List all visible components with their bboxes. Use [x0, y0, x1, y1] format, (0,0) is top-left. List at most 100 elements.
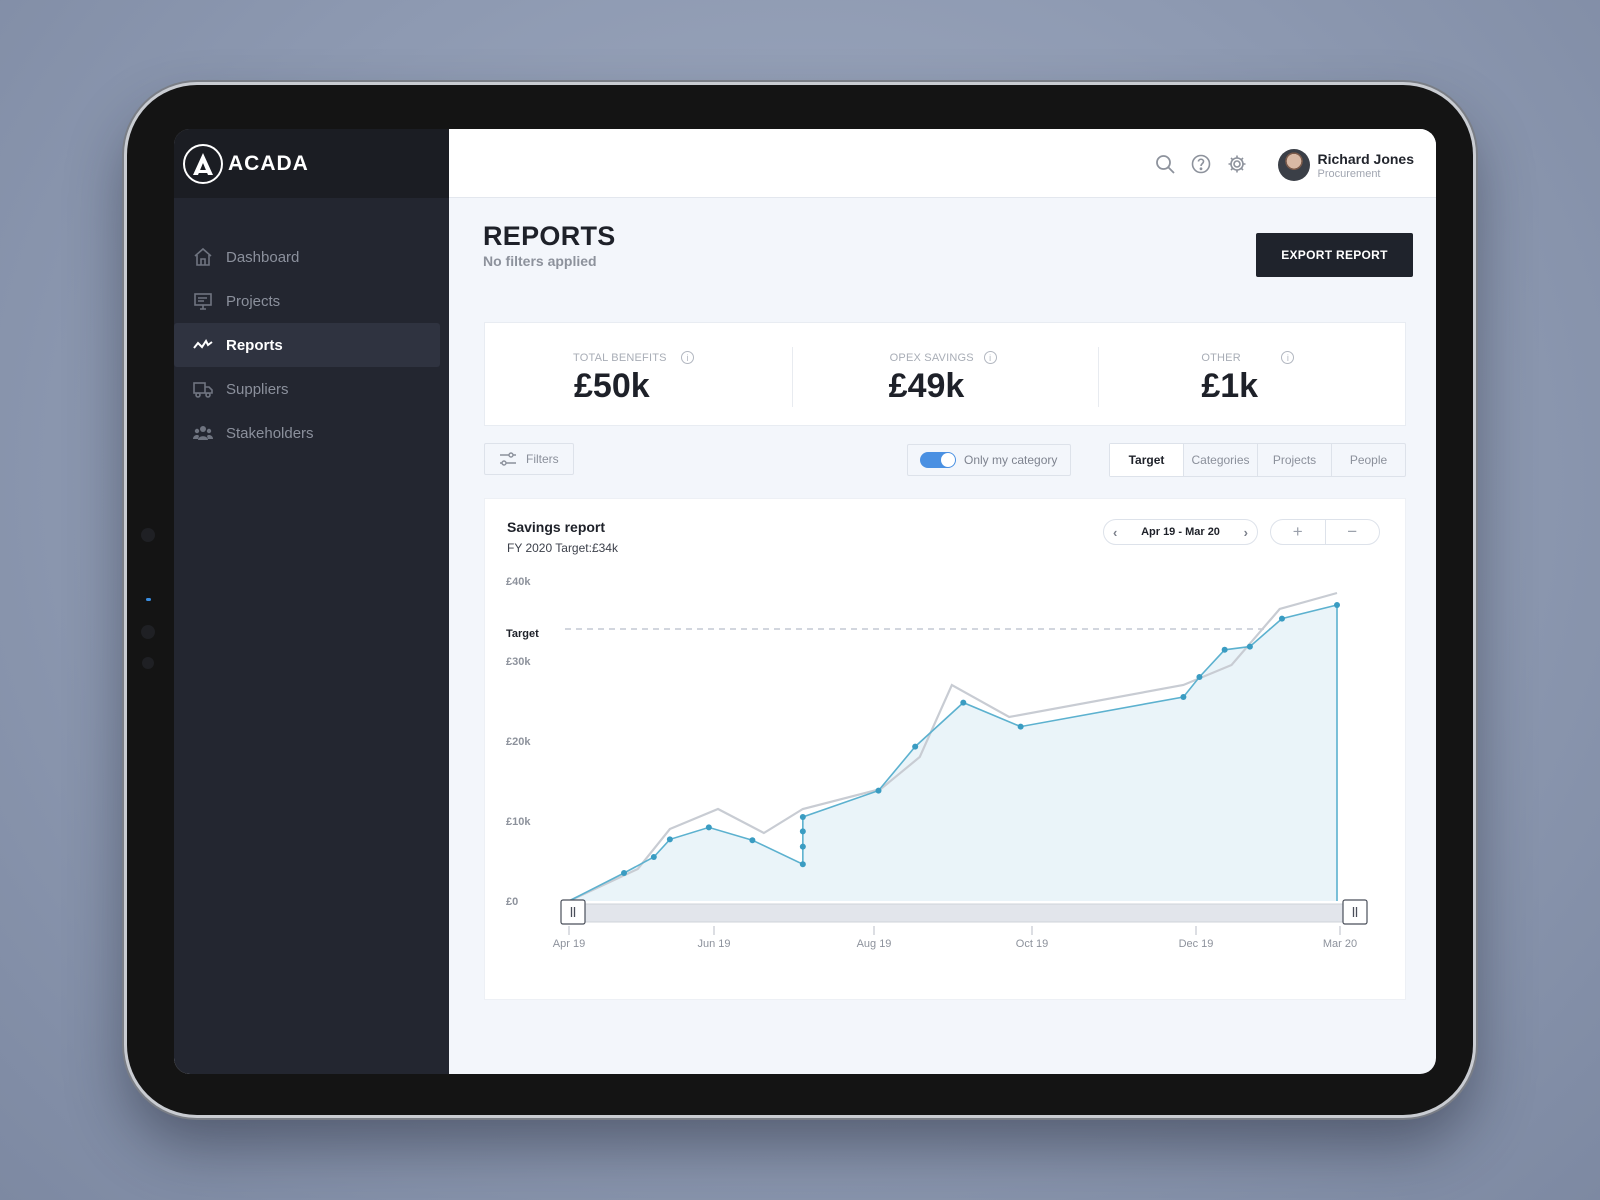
- sidebar-item-dashboard[interactable]: Dashboard: [174, 235, 440, 279]
- data-point: [1221, 646, 1228, 653]
- view-tabs: Target Categories Projects People: [1109, 443, 1406, 477]
- user-role: Procurement: [1317, 167, 1381, 180]
- y-tick-label: £30k: [506, 656, 531, 668]
- kpi-other: OTHER i £1k: [1098, 323, 1405, 425]
- data-point: [666, 836, 673, 843]
- x-tick-label: Aug 19: [857, 938, 892, 950]
- kpi-value: £1k: [1201, 367, 1259, 405]
- power-button: [278, 80, 322, 84]
- sidebar-nav: Dashboard Projects Reports Suppliers Sta…: [174, 235, 449, 455]
- data-point: [705, 824, 712, 831]
- target-label: Target: [506, 628, 539, 640]
- data-point: [799, 843, 806, 850]
- x-tick-label: Jun 19: [697, 938, 730, 950]
- savings-chart: £0 £10k £20k £30k £40k Target Apr 19 Jun 19 Aug …: [506, 576, 1368, 950]
- data-point: [799, 861, 806, 868]
- sidebar-item-label: Projects: [226, 292, 281, 310]
- info-icon[interactable]: i: [983, 351, 997, 364]
- kpi-total-benefits: TOTAL BENEFITS i £50k: [485, 323, 792, 425]
- brand-name: ACADA: [228, 151, 309, 175]
- sidebar-item-label: Stakeholders: [226, 424, 314, 442]
- tab-categories[interactable]: Categories: [1184, 444, 1258, 476]
- data-point: [1246, 643, 1253, 650]
- kpi-panel: TOTAL BENEFITS i £50k OPEX SAVINGS i £49…: [484, 322, 1406, 426]
- data-point: [749, 837, 756, 844]
- only-my-category-toggle[interactable]: [920, 452, 956, 468]
- data-point: [1334, 602, 1340, 608]
- page-subtitle: No filters applied: [483, 253, 597, 269]
- kpi-value: £50k: [574, 367, 650, 405]
- range-handle-right: [1342, 899, 1368, 925]
- sidebar-item-stakeholders[interactable]: Stakeholders: [174, 411, 440, 455]
- category-toggle-group: Only my category: [907, 444, 1071, 476]
- user-name: Richard Jones: [1317, 150, 1414, 167]
- y-tick-label: £40k: [506, 576, 531, 588]
- reports-icon: [192, 334, 214, 356]
- avatar: [1277, 149, 1310, 181]
- tab-projects[interactable]: Projects: [1258, 444, 1332, 476]
- brand-logo-icon: [183, 143, 223, 184]
- camera-sensor: [142, 657, 154, 669]
- sidebar-item-projects[interactable]: Projects: [174, 279, 440, 323]
- toggle-label: Only my category: [964, 453, 1058, 467]
- data-point: [912, 743, 919, 750]
- top-icons: [1154, 153, 1248, 175]
- camera-sensor: [141, 625, 155, 639]
- home-icon: [192, 246, 214, 268]
- sidebar-item-label: Dashboard: [226, 248, 300, 266]
- sidebar-item-label: Reports: [226, 336, 283, 354]
- top-bar: Richard Jones Procurement: [449, 129, 1436, 198]
- info-icon[interactable]: i: [1281, 351, 1295, 364]
- page-title: REPORTS: [483, 221, 616, 251]
- x-tick-label: Mar 20: [1323, 938, 1357, 950]
- sidebar-item-reports[interactable]: Reports: [174, 323, 440, 367]
- gear-icon[interactable]: [1226, 153, 1248, 175]
- data-point: [1278, 615, 1285, 622]
- kpi-label: TOTAL BENEFITS: [573, 352, 667, 364]
- volume-button: [217, 80, 261, 84]
- data-point: [875, 787, 882, 794]
- range-handle-left: [560, 899, 586, 925]
- tab-people[interactable]: People: [1332, 444, 1405, 476]
- projects-icon: [192, 290, 214, 312]
- camera-indicator: [146, 598, 151, 601]
- sidebar-item-suppliers[interactable]: Suppliers: [174, 367, 440, 411]
- main-content: Richard Jones Procurement REPORTS No fil…: [449, 129, 1436, 1074]
- tab-target[interactable]: Target: [1110, 444, 1184, 476]
- data-point: [650, 854, 657, 860]
- data-point: [799, 828, 806, 835]
- data-point: [1180, 694, 1187, 700]
- app-screen: ACADA Dashboard Projects Reports Supplie…: [174, 129, 1436, 1074]
- sidebar: ACADA Dashboard Projects Reports Supplie…: [174, 129, 449, 1074]
- sliders-icon: [500, 452, 516, 466]
- data-point: [1196, 674, 1203, 680]
- x-tick-label: Dec 19: [1179, 938, 1214, 950]
- kpi-label: OTHER: [1201, 352, 1241, 364]
- kpi-label: OPEX SAVINGS: [889, 352, 974, 364]
- filters-label: Filters: [526, 452, 559, 466]
- search-icon[interactable]: [1154, 153, 1176, 175]
- help-icon[interactable]: [1190, 153, 1212, 175]
- user-menu[interactable]: Richard Jones Procurement: [1277, 149, 1414, 181]
- kpi-opex-savings: OPEX SAVINGS i £49k: [791, 323, 1099, 425]
- people-icon: [192, 422, 214, 444]
- data-point: [621, 870, 628, 876]
- x-tick-label: Apr 19: [553, 938, 585, 950]
- y-tick-label: £0: [506, 896, 518, 908]
- filters-button[interactable]: Filters: [484, 443, 574, 475]
- kpi-value: £49k: [888, 367, 965, 405]
- camera-sensor: [141, 528, 155, 542]
- data-point: [1017, 723, 1024, 730]
- brand[interactable]: ACADA: [174, 129, 449, 198]
- savings-report-card: Savings report FY 2020 Target:£34k ‹ Apr…: [484, 498, 1406, 1000]
- y-tick-label: £10k: [506, 816, 531, 828]
- data-point: [960, 699, 967, 706]
- x-tick-label: Oct 19: [1016, 938, 1048, 950]
- data-point: [799, 814, 806, 820]
- export-report-button[interactable]: EXPORT REPORT: [1256, 233, 1413, 277]
- y-tick-label: £20k: [506, 736, 531, 748]
- sidebar-item-label: Suppliers: [226, 380, 289, 398]
- truck-icon: [192, 378, 214, 400]
- range-slider-track: [570, 903, 1344, 923]
- info-icon[interactable]: i: [681, 351, 694, 364]
